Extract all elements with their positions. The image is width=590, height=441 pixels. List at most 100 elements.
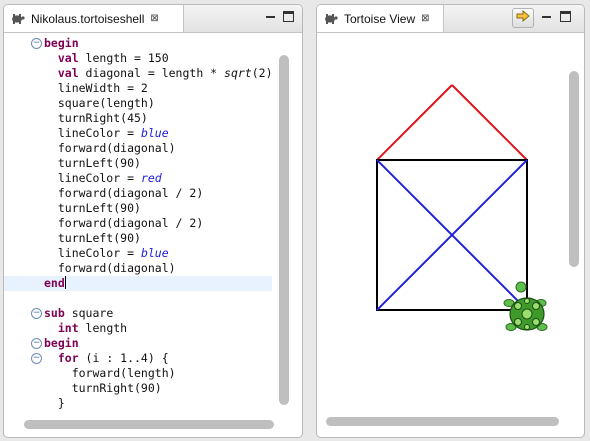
code-line-text: forward(diagonal) — [44, 261, 176, 276]
code-line-text: turnRight(90) — [44, 381, 162, 396]
code-token: square(length) — [44, 96, 155, 110]
roof-right-line — [451, 84, 528, 161]
code-token: turnLeft(90) — [44, 231, 141, 245]
tortoise-icon — [9, 12, 25, 26]
pin-icon — [516, 9, 530, 27]
tortoise-icon — [322, 12, 338, 26]
code-line[interactable]: − begin — [4, 36, 272, 51]
code-token: forward(diagonal / 2) — [44, 186, 204, 200]
tortoise-drawing-canvas — [376, 84, 548, 331]
minimize-button[interactable] — [541, 11, 552, 22]
code-line[interactable]: lineColor = blue — [4, 246, 272, 261]
code-line[interactable]: turnLeft(90) — [4, 156, 272, 171]
code-token: begin — [44, 336, 79, 350]
editor-tab-label: Nikolaus.tortoiseshell — [31, 11, 145, 26]
editor-tab[interactable]: Nikolaus.tortoiseshell ⊠ — [4, 5, 184, 32]
text-cursor — [64, 276, 66, 289]
code-line-text: } — [44, 396, 65, 411]
code-token: int — [44, 321, 79, 335]
code-token: sqrt — [224, 66, 252, 80]
editor-pane: Nikolaus.tortoiseshell ⊠ − begin val leng… — [3, 4, 303, 438]
code-line[interactable]: val diagonal = length * sqrt(2) — [4, 66, 272, 81]
code-line-text: val diagonal = length * sqrt(2) — [44, 66, 272, 81]
code-line[interactable]: val length = 150 — [4, 51, 272, 66]
code-token: val — [44, 51, 79, 65]
code-line-text: turnLeft(90) — [44, 156, 141, 171]
code-line[interactable]: turnRight(45) — [4, 111, 272, 126]
code-line[interactable]: lineColor = blue — [4, 126, 272, 141]
code-token: for — [44, 351, 79, 365]
code-line[interactable]: − for (i : 1..4) { — [4, 351, 272, 366]
code-line[interactable]: forward(diagonal) — [4, 261, 272, 276]
code-line[interactable]: end — [4, 276, 272, 291]
fold-toggle-icon[interactable]: − — [31, 38, 42, 49]
code-line-text: int length — [44, 321, 127, 336]
code-token: turnRight(45) — [44, 111, 148, 125]
code-line[interactable] — [4, 291, 272, 306]
fold-toggle-icon[interactable]: − — [31, 338, 42, 349]
code-token: end — [44, 276, 65, 290]
code-line[interactable]: lineWidth = 2 — [4, 81, 272, 96]
code-token: length = 150 — [78, 51, 169, 65]
maximize-button[interactable] — [560, 11, 571, 22]
code-line[interactable]: lineColor = red — [4, 171, 272, 186]
code-line-text: for (i : 1..4) { — [44, 351, 169, 366]
fold-toggle-icon[interactable]: − — [31, 308, 42, 319]
code-token: turnLeft(90) — [44, 156, 141, 170]
minimize-button[interactable] — [265, 11, 276, 22]
code-token: red — [140, 171, 162, 185]
code-token: forward(length) — [44, 366, 176, 380]
code-token: val — [44, 66, 79, 80]
code-token: } — [44, 396, 65, 410]
code-line-text: sub square — [44, 306, 113, 321]
code-line[interactable]: turnLeft(90) — [4, 201, 272, 216]
code-token: forward(diagonal) — [44, 261, 176, 275]
fold-toggle-icon[interactable]: − — [31, 353, 42, 364]
code-line[interactable]: forward(diagonal / 2) — [4, 186, 272, 201]
close-icon[interactable]: ⊠ — [421, 13, 429, 24]
code-line-text: end — [44, 276, 66, 291]
editor-horizontal-scrollbar[interactable] — [24, 420, 274, 429]
code-token: blue — [140, 246, 169, 260]
view-horizontal-scrollbar[interactable] — [326, 417, 559, 426]
code-line-text: val length = 150 — [44, 51, 169, 66]
view-vertical-scrollbar[interactable] — [569, 71, 579, 267]
code-line[interactable]: int length — [4, 321, 272, 336]
code-token: lineWidth = 2 — [44, 81, 148, 95]
code-line-text: lineColor = blue — [44, 126, 169, 141]
code-line[interactable]: forward(length) — [4, 366, 272, 381]
code-token: length — [78, 321, 128, 335]
code-line[interactable]: − sub square — [4, 306, 272, 321]
code-token: forward(diagonal / 2) — [44, 216, 204, 230]
pin-button[interactable] — [512, 8, 534, 28]
code-line[interactable]: forward(diagonal / 2) — [4, 216, 272, 231]
code-token: lineColor = — [44, 126, 141, 140]
code-line[interactable]: turnLeft(90) — [4, 231, 272, 246]
code-token: lineColor = — [44, 246, 141, 260]
code-line-text: forward(diagonal / 2) — [44, 216, 203, 231]
close-icon[interactable]: ⊠ — [150, 13, 158, 24]
code-line-text: begin — [44, 336, 79, 351]
code-line[interactable]: } — [4, 396, 272, 411]
house-drawing — [376, 84, 528, 311]
code-token: lineColor = — [44, 171, 141, 185]
code-token: forward(diagonal) — [44, 141, 176, 155]
code-line-text: lineColor = red — [44, 171, 162, 186]
code-editor[interactable]: − begin val length = 150 val diagonal = l… — [4, 34, 272, 414]
code-token: turnLeft(90) — [44, 201, 141, 215]
code-line-text: square(length) — [44, 96, 155, 111]
editor-vertical-scrollbar[interactable] — [279, 55, 289, 405]
tortoise-view-tab[interactable]: Tortoise View ⊠ — [317, 5, 444, 32]
tortoise-view-tab-label: Tortoise View — [344, 11, 416, 26]
code-token: (2) — [251, 66, 272, 80]
code-line-text: forward(diagonal / 2) — [44, 186, 203, 201]
code-line[interactable]: − begin — [4, 336, 272, 351]
code-line-text: lineColor = blue — [44, 246, 169, 261]
code-line[interactable]: forward(diagonal) — [4, 141, 272, 156]
maximize-button[interactable] — [283, 11, 294, 22]
view-tab-bar: Tortoise View ⊠ — [317, 5, 584, 33]
roof-left-line — [376, 84, 453, 161]
code-line[interactable]: square(length) — [4, 96, 272, 111]
editor-tab-bar: Nikolaus.tortoiseshell ⊠ — [4, 5, 302, 33]
code-line[interactable]: turnRight(90) — [4, 381, 272, 396]
